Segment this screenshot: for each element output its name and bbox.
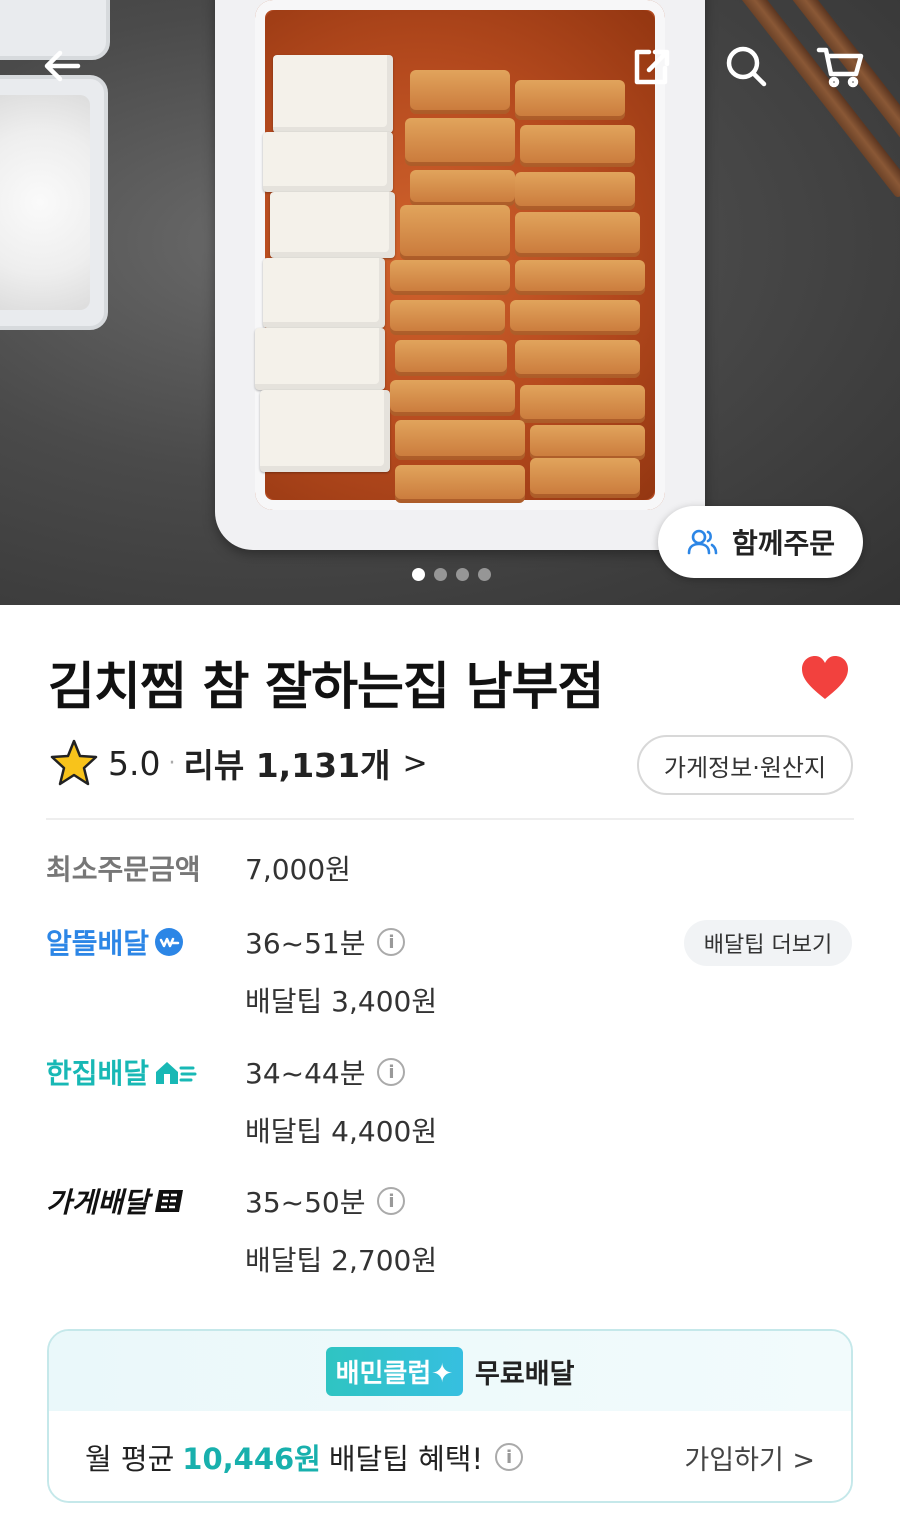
rice-bowl (0, 95, 90, 310)
rating-row[interactable]: 5.0 · 리뷰 1,131개 > (48, 735, 428, 791)
carousel-dot (478, 568, 491, 581)
baemin-club-banner[interactable]: 배민클럽✦ 무료배달 월 평균 10,446원 배달팁 혜택! i 가입하기 > (47, 1329, 853, 1503)
club-benefit-row: 월 평균 10,446원 배달팁 혜택! i 가입하기 > (49, 1411, 851, 1501)
delivery-option-altteul[interactable]: 알뜰배달 (46, 922, 185, 962)
club-badge: 배민클럽✦ (325, 1346, 464, 1396)
club-join-button[interactable]: 가입하기 > (684, 1438, 815, 1477)
carousel-indicator (412, 568, 491, 581)
star-icon (50, 739, 98, 786)
pork-strip (390, 380, 515, 416)
pork-strip (530, 458, 640, 498)
hero-food-photo[interactable]: 함께주문 (0, 0, 900, 605)
divider (46, 818, 854, 820)
store-name: 김치찜 참 잘하는집 남부점 (48, 658, 604, 717)
tofu-slice (263, 258, 385, 328)
pork-strip (515, 340, 640, 378)
search-icon (726, 46, 767, 87)
delivery-time: 34~44분 i (245, 1052, 406, 1092)
club-benefit-amount: 10,446원 (182, 1442, 321, 1476)
together-order-label: 함께주문 (731, 527, 836, 560)
carousel-dot (456, 568, 469, 581)
arrow-left-icon (44, 50, 81, 82)
chevron-right-icon: > (402, 745, 428, 781)
min-order-value: 7,000원 (245, 848, 351, 888)
delivery-time: 35~50분 i (245, 1181, 406, 1221)
carousel-dot (434, 568, 447, 581)
tofu-slice (255, 328, 385, 390)
pork-strip (410, 70, 510, 114)
review-count[interactable]: 리뷰 1,131개 (183, 739, 390, 787)
pork-strip (515, 80, 625, 120)
pork-strip (395, 465, 525, 503)
back-button[interactable] (36, 40, 88, 92)
club-header: 배민클럽✦ 무료배달 (49, 1331, 851, 1411)
delivery-tip: 배달팁 3,400원 (245, 980, 437, 1020)
share-button[interactable] (625, 40, 677, 92)
min-order-label: 최소주문금액 (46, 853, 201, 886)
heart-icon (802, 656, 848, 699)
tofu-slice (260, 390, 390, 472)
house-speed-icon (156, 1062, 197, 1084)
club-free-delivery: 무료배달 (475, 1358, 575, 1390)
pork-strip (530, 425, 645, 460)
pork-strip (515, 212, 640, 257)
delivery-label: 한집배달 (46, 1057, 150, 1090)
store-info-button[interactable]: 가게정보·원산지 (637, 735, 853, 795)
tofu-slice (263, 132, 393, 192)
pork-strip (520, 125, 635, 167)
pork-strip (510, 300, 640, 335)
store-delivery-icon (155, 1190, 184, 1212)
more-delivery-tip-button[interactable]: 배달팁 더보기 (684, 920, 852, 966)
pork-strip (400, 205, 510, 260)
favorite-button[interactable] (800, 655, 850, 705)
delivery-label: 알뜰배달 (46, 927, 150, 960)
pork-strip (515, 172, 635, 210)
delivery-label: 가게배달 (46, 1186, 150, 1219)
delivery-tip: 배달팁 4,400원 (245, 1110, 437, 1150)
tofu-slice (270, 192, 395, 258)
delivery-option-store[interactable]: 가게배달 (46, 1181, 185, 1221)
delivery-time-text: 35~50분 (245, 1186, 366, 1219)
club-benefit-suffix: 배달팁 혜택! (328, 1442, 484, 1476)
pork-strip (390, 300, 505, 335)
pork-strip (410, 170, 515, 206)
delivery-tip: 배달팁 2,700원 (245, 1239, 437, 1279)
pork-strip (395, 420, 525, 460)
club-benefit-prefix: 월 평균 (85, 1442, 175, 1476)
delivery-tip-text: 배달팁 2,700원 (245, 1244, 438, 1277)
search-button[interactable] (720, 40, 772, 92)
pork-strip (395, 340, 507, 376)
together-order-button[interactable]: 함께주문 (658, 506, 863, 578)
min-order-amount: 7,000원 (245, 853, 351, 886)
rating-separator: · (168, 750, 176, 776)
tofu-slice (273, 55, 393, 133)
carousel-dot-active (412, 568, 425, 581)
delivery-time-text: 36~51분 (245, 927, 366, 960)
delivery-tip-text: 배달팁 4,400원 (245, 1115, 438, 1148)
person-icon (687, 529, 718, 555)
info-icon[interactable]: i (377, 1187, 406, 1215)
pork-strip (515, 260, 645, 295)
info-icon[interactable]: i (377, 928, 406, 956)
delivery-tip-text: 배달팁 3,400원 (245, 985, 438, 1018)
pork-strip (390, 260, 510, 295)
delivery-option-hanjip[interactable]: 한집배달 (46, 1052, 197, 1092)
delivery-time-text: 34~44분 (245, 1057, 366, 1090)
cart-icon (816, 47, 864, 88)
info-icon[interactable]: i (495, 1443, 524, 1471)
share-icon (634, 49, 670, 85)
pork-strip (520, 385, 645, 423)
rating-score: 5.0 (108, 743, 161, 783)
delivery-time: 36~51분 i (245, 922, 406, 962)
cart-button[interactable] (814, 40, 866, 92)
pork-strip (405, 118, 515, 166)
altteul-badge-icon (155, 928, 184, 956)
info-icon[interactable]: i (377, 1058, 406, 1086)
